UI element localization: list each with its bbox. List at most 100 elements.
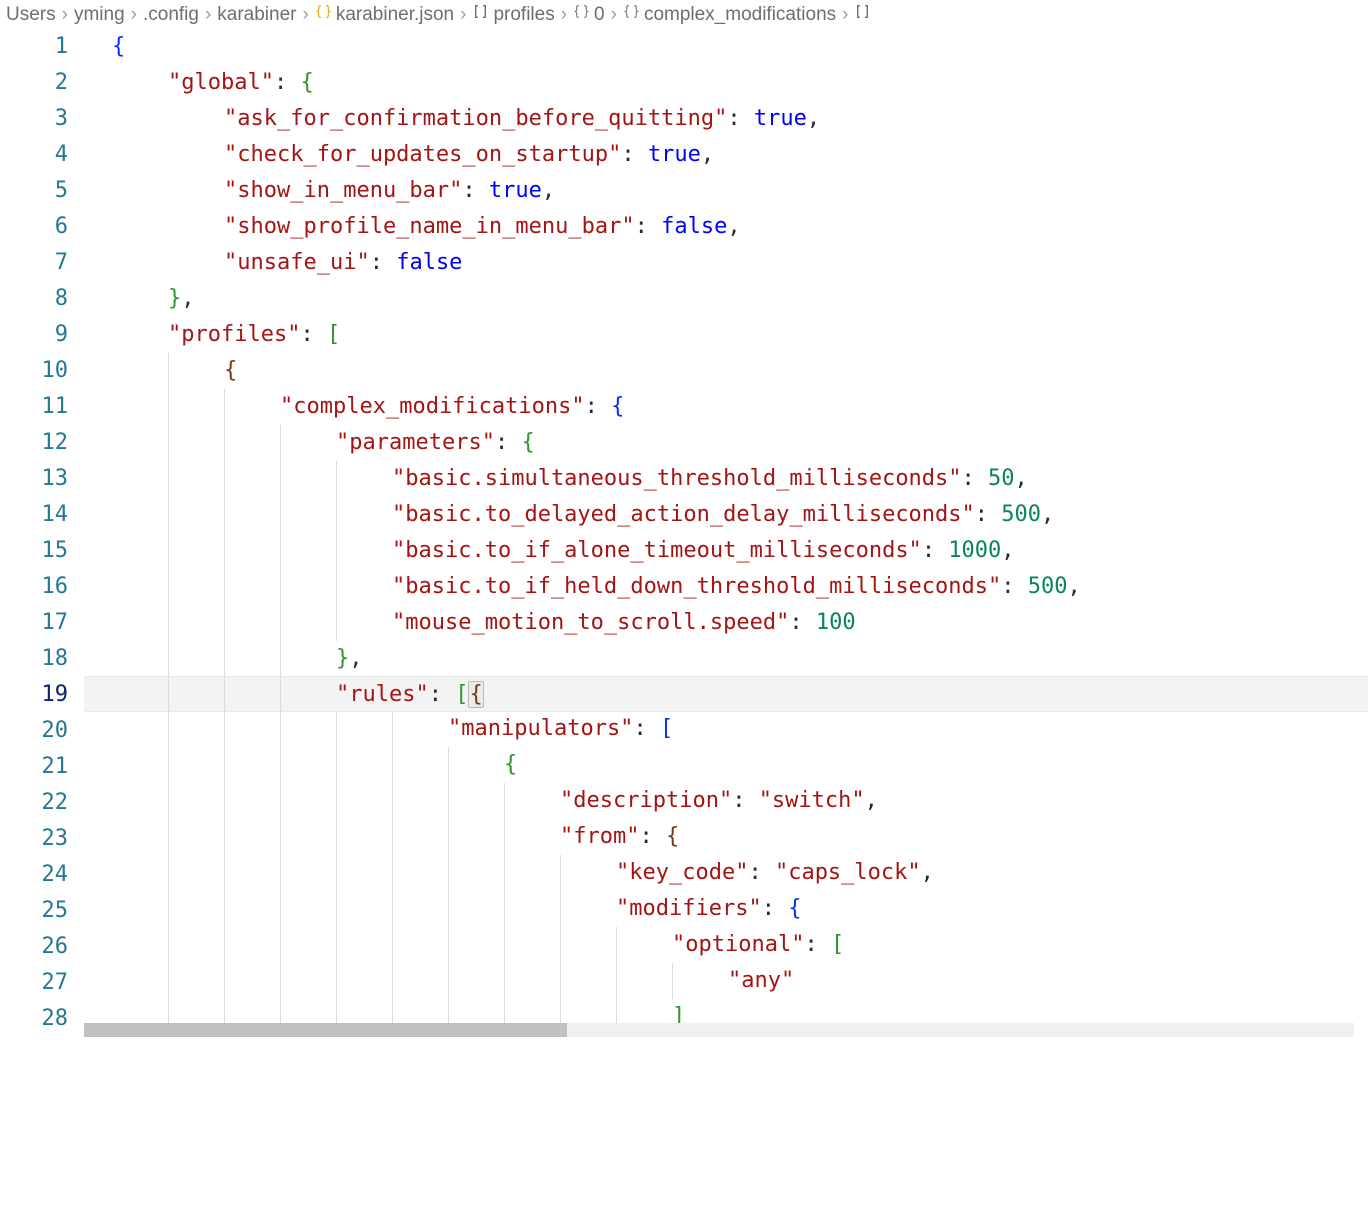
indent-guide <box>224 461 225 497</box>
line-number: 28 <box>0 1001 68 1037</box>
horizontal-scrollbar[interactable] <box>84 1023 1354 1037</box>
line-number: 8 <box>0 281 68 317</box>
indent-guide <box>448 783 449 819</box>
token: "any" <box>728 968 794 993</box>
token: "mouse_motion_to_scroll.speed" <box>392 610 789 635</box>
breadcrumb-item[interactable]: profiles <box>472 3 554 26</box>
breadcrumb-separator-icon: › <box>611 4 617 26</box>
token: [ <box>455 682 468 707</box>
code-line[interactable]: "basic.to_delayed_action_delay_milliseco… <box>84 497 1368 533</box>
code-line[interactable]: "basic.simultaneous_threshold_millisecon… <box>84 461 1368 497</box>
indent-guide <box>392 855 393 891</box>
code-line[interactable]: "profiles": [ <box>84 317 1368 353</box>
indent-guide <box>392 783 393 819</box>
token: : <box>762 896 789 921</box>
token: : <box>748 860 775 885</box>
breadcrumb-item[interactable] <box>854 3 875 26</box>
code-area[interactable]: {"global": {"ask_for_confirmation_before… <box>84 29 1368 1037</box>
indent-guide <box>168 677 169 711</box>
token: "global" <box>168 70 274 95</box>
code-line[interactable]: "parameters": { <box>84 425 1368 461</box>
token: 100 <box>816 610 856 635</box>
code-line[interactable]: "show_in_menu_bar": true, <box>84 173 1368 209</box>
line-number: 11 <box>0 389 68 425</box>
code-line[interactable]: { <box>84 353 1368 389</box>
token: , <box>921 860 934 885</box>
breadcrumb-item[interactable]: Users <box>6 4 56 26</box>
token: "basic.to_if_alone_timeout_milliseconds" <box>392 538 922 563</box>
breadcrumb-item[interactable]: complex_modifications <box>623 3 836 26</box>
indent-guide <box>224 425 225 461</box>
code-line[interactable]: "modifiers": { <box>84 891 1368 927</box>
indent-guide <box>224 641 225 677</box>
code-line[interactable]: "basic.to_if_alone_timeout_milliseconds"… <box>84 533 1368 569</box>
token: : <box>585 394 612 419</box>
token: 50 <box>988 466 1015 491</box>
token: false <box>661 214 727 239</box>
token: , <box>1001 538 1014 563</box>
indent-guide <box>504 927 505 963</box>
indent-guide <box>224 783 225 819</box>
code-line[interactable]: "global": { <box>84 65 1368 101</box>
token: : <box>633 716 660 741</box>
code-line[interactable]: "any" <box>84 963 1368 999</box>
code-line[interactable]: }, <box>84 641 1368 677</box>
token: : <box>370 250 397 275</box>
json-file-icon <box>315 3 332 20</box>
token: : <box>300 322 327 347</box>
scrollbar-thumb[interactable] <box>84 1023 567 1037</box>
code-line[interactable]: "complex_modifications": { <box>84 389 1368 425</box>
code-line[interactable]: }, <box>84 281 1368 317</box>
line-number-gutter: 1234567891011121314151617181920212223242… <box>0 29 84 1037</box>
code-line[interactable]: "show_profile_name_in_menu_bar": false, <box>84 209 1368 245</box>
token: { <box>666 824 679 849</box>
code-line[interactable]: { <box>84 29 1368 65</box>
code-line[interactable]: "check_for_updates_on_startup": true, <box>84 137 1368 173</box>
code-line[interactable]: "rules": [{ <box>84 676 1368 712</box>
token: [ <box>660 716 673 741</box>
token: : <box>804 932 831 957</box>
code-line[interactable]: "from": { <box>84 819 1368 855</box>
token: , <box>542 178 555 203</box>
token: [ <box>327 322 340 347</box>
token: "manipulators" <box>448 716 633 741</box>
breadcrumb-item[interactable]: .config <box>143 4 199 26</box>
object-icon <box>623 3 640 20</box>
code-line[interactable]: { <box>84 747 1368 783</box>
indent-guide <box>168 497 169 533</box>
breadcrumb-item[interactable]: yming <box>74 4 125 26</box>
indent-guide <box>336 927 337 963</box>
code-editor[interactable]: 1234567891011121314151617181920212223242… <box>0 29 1368 1037</box>
indent-guide <box>504 855 505 891</box>
breadcrumb-item[interactable]: karabiner.json <box>315 3 454 26</box>
indent-guide <box>560 891 561 927</box>
indent-guide <box>392 891 393 927</box>
indent-guide <box>336 461 337 497</box>
code-line[interactable]: "manipulators": [ <box>84 711 1368 747</box>
indent-guide <box>392 747 393 783</box>
line-number: 16 <box>0 569 68 605</box>
code-line[interactable]: "basic.to_if_held_down_threshold_millise… <box>84 569 1368 605</box>
line-number: 13 <box>0 461 68 497</box>
code-line[interactable]: "ask_for_confirmation_before_quitting": … <box>84 101 1368 137</box>
code-line[interactable]: "optional": [ <box>84 927 1368 963</box>
token: : <box>962 466 989 491</box>
indent-guide <box>224 677 225 711</box>
breadcrumb-separator-icon: › <box>842 4 848 26</box>
breadcrumb-item[interactable]: 0 <box>573 3 605 26</box>
breadcrumb-separator-icon: › <box>131 4 137 26</box>
code-line[interactable]: "key_code": "caps_lock", <box>84 855 1368 891</box>
line-number: 7 <box>0 245 68 281</box>
breadcrumb-item[interactable]: karabiner <box>217 4 296 26</box>
token: : <box>732 788 759 813</box>
indent-guide <box>336 497 337 533</box>
line-number: 4 <box>0 137 68 173</box>
line-number: 27 <box>0 965 68 1001</box>
code-line[interactable]: "description": "switch", <box>84 783 1368 819</box>
indent-guide <box>168 605 169 641</box>
token: , <box>865 788 878 813</box>
code-line[interactable]: "unsafe_ui": false <box>84 245 1368 281</box>
code-line[interactable]: "mouse_motion_to_scroll.speed": 100 <box>84 605 1368 641</box>
line-number: 22 <box>0 785 68 821</box>
line-number: 24 <box>0 857 68 893</box>
